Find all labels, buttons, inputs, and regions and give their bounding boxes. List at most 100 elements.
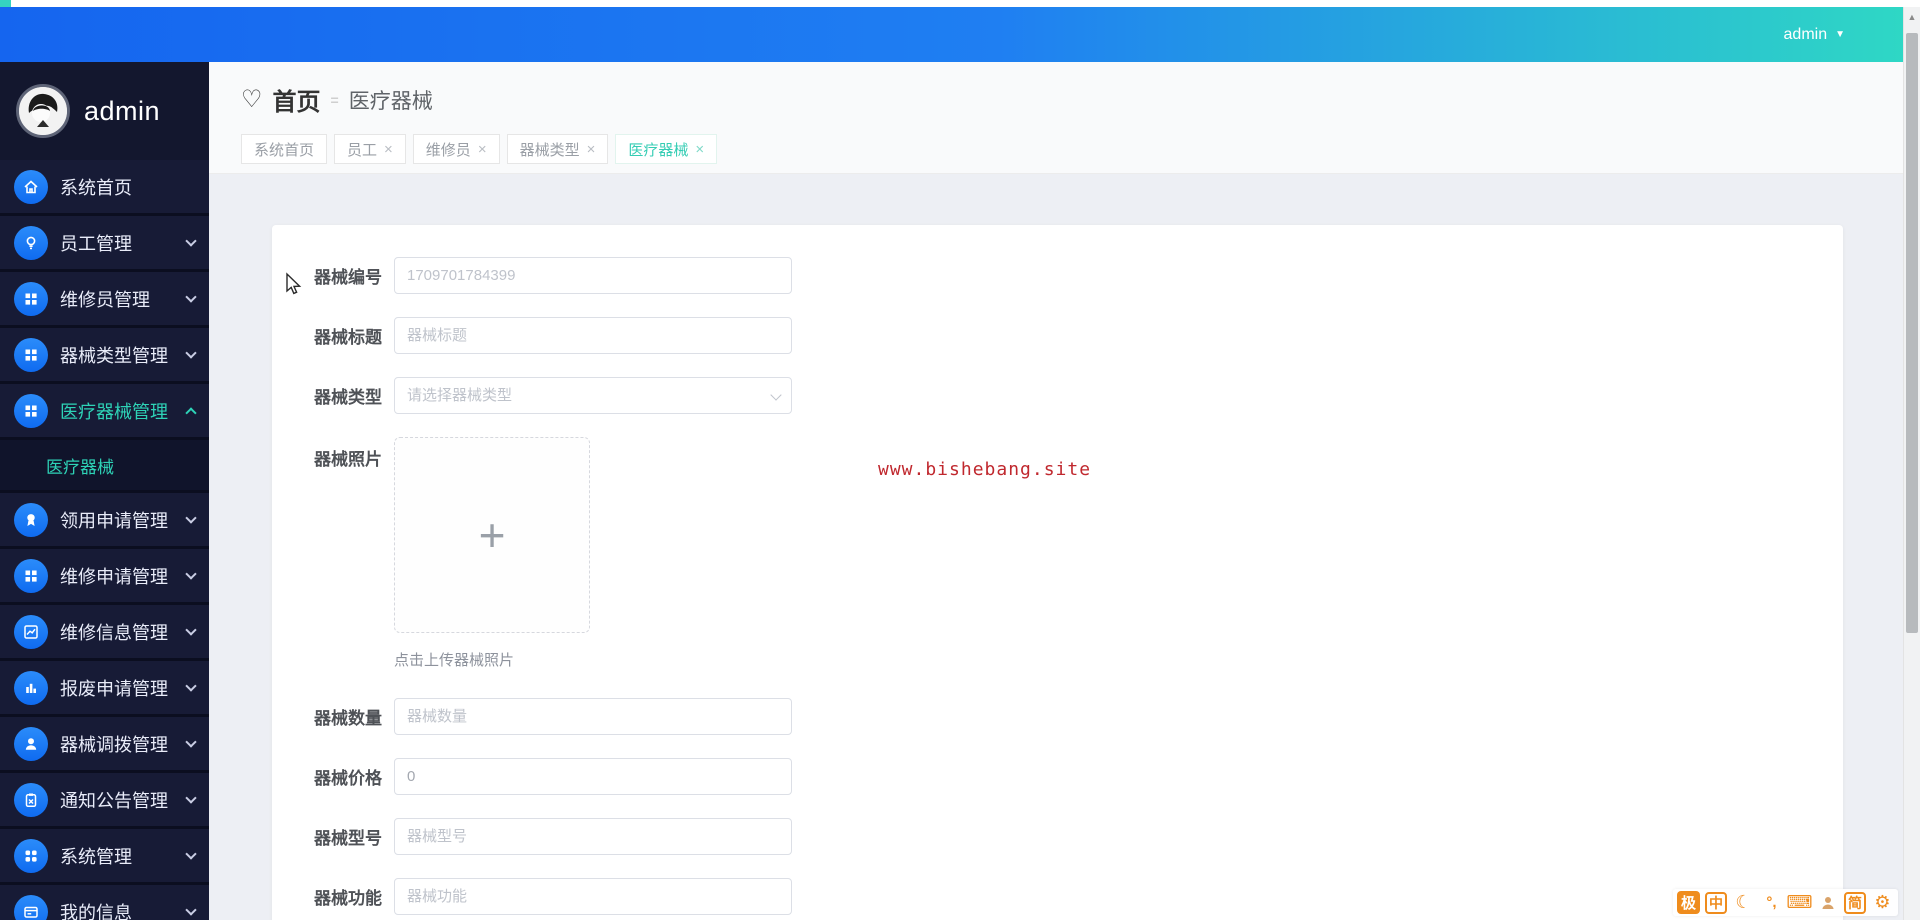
close-icon[interactable]: × — [695, 141, 704, 158]
sidebar-item-label: 维修信息管理 — [60, 622, 168, 643]
ime-logo-icon[interactable]: 极 — [1677, 891, 1700, 914]
grid-round-icon — [14, 838, 48, 873]
caret-down-icon: ▼ — [1835, 29, 1845, 40]
app-window: admin ▼ ▲ admin 系统首页 员工管理 维修员管理 器械类型管理 医… — [0, 0, 1920, 920]
line-chart-icon — [14, 614, 48, 649]
tab-employee[interactable]: 员工 × — [334, 134, 406, 164]
page-header: ♡ 首页 = 医疗器械 系统首页 员工 × 维修员 × 器械类型 × 医疗器械 … — [209, 62, 1903, 174]
user-icon — [14, 726, 48, 761]
field-label: 器械类型 — [314, 388, 382, 407]
sidebar-item-device-type-mgmt[interactable]: 器械类型管理 — [0, 328, 209, 381]
grid-icon — [14, 558, 48, 593]
form-row-device-model: 器械型号 — [286, 818, 1843, 855]
corner-accent — [0, 0, 11, 7]
tab-device-type[interactable]: 器械类型 × — [506, 134, 609, 164]
breadcrumb-separator: = — [330, 91, 339, 108]
sidebar-item-label: 器械调拨管理 — [60, 734, 168, 755]
scroll-up-arrow-icon[interactable]: ▲ — [1904, 7, 1920, 25]
photo-upload-dropzone[interactable]: + — [394, 437, 590, 633]
device-type-select-input[interactable] — [394, 377, 792, 414]
tab-bar: 系统首页 员工 × 维修员 × 器械类型 × 医疗器械 × — [241, 134, 718, 164]
device-model-input[interactable] — [394, 818, 792, 855]
chevron-down-icon — [185, 623, 197, 636]
gear-icon[interactable]: ⚙ — [1871, 891, 1894, 914]
home-icon — [14, 169, 48, 204]
sidebar-subitem-label: 医疗器械 — [46, 457, 114, 477]
sidebar-item-label: 系统管理 — [60, 846, 132, 867]
heart-icon: ♡ — [241, 86, 263, 113]
sidebar-item-label: 维修申请管理 — [60, 566, 168, 587]
ime-simplified-icon[interactable]: 简 — [1844, 891, 1866, 914]
sidebar-subitem-medical-device[interactable]: 医疗器械 — [0, 440, 209, 490]
person-icon[interactable] — [1816, 891, 1839, 914]
chevron-up-icon — [185, 406, 197, 419]
id-card-icon — [14, 894, 48, 920]
sidebar-item-repair-info-mgmt[interactable]: 维修信息管理 — [0, 605, 209, 658]
bulb-icon — [14, 225, 48, 260]
bar-chart-icon — [14, 670, 48, 705]
mouse-cursor — [283, 272, 305, 301]
avatar — [16, 84, 70, 138]
clipboard-icon — [14, 782, 48, 817]
sidebar-item-device-transfer-mgmt[interactable]: 器械调拨管理 — [0, 717, 209, 770]
chevron-down-icon — [185, 511, 197, 524]
breadcrumb: ♡ 首页 = 医疗器械 — [241, 82, 433, 117]
sidebar-item-medical-device-mgmt[interactable]: 医疗器械管理 — [0, 384, 209, 437]
close-icon[interactable]: × — [478, 141, 487, 158]
grid-icon — [14, 337, 48, 372]
user-menu-label: admin — [1783, 25, 1828, 43]
top-navbar: admin ▼ — [0, 7, 1920, 62]
field-label: 器械标题 — [314, 328, 382, 347]
sidebar: admin 系统首页 员工管理 维修员管理 器械类型管理 医疗器械管理 医疗器械… — [0, 62, 209, 920]
ime-chinese-mode-icon[interactable]: 中 — [1705, 891, 1727, 914]
device-title-input[interactable] — [394, 317, 792, 354]
sidebar-item-employee-mgmt[interactable]: 员工管理 — [0, 216, 209, 269]
breadcrumb-home[interactable]: 首页 — [273, 82, 321, 117]
chevron-down-icon — [185, 903, 197, 916]
tab-label: 员工 — [347, 141, 378, 159]
sidebar-item-system-mgmt[interactable]: 系统管理 — [0, 829, 209, 882]
device-type-select[interactable] — [394, 377, 792, 414]
sidebar-item-my-info[interactable]: 我的信息 — [0, 885, 209, 920]
sidebar-item-system-home[interactable]: 系统首页 — [0, 160, 209, 213]
form-row-device-title: 器械标题 — [286, 317, 1843, 354]
tab-repairman[interactable]: 维修员 × — [412, 134, 500, 164]
scrollbar[interactable]: ▲ — [1903, 7, 1920, 920]
sidebar-item-label: 医疗器械管理 — [60, 401, 168, 422]
sidebar-item-label: 领用申请管理 — [60, 510, 168, 531]
tab-medical-device[interactable]: 医疗器械 × — [615, 134, 718, 164]
sidebar-item-label: 器械类型管理 — [60, 345, 168, 366]
chevron-down-icon — [185, 847, 197, 860]
close-icon[interactable]: × — [587, 141, 596, 158]
sidebar-item-requisition-mgmt[interactable]: 领用申请管理 — [0, 493, 209, 546]
chevron-down-icon — [185, 567, 197, 580]
sidebar-item-scrap-request-mgmt[interactable]: 报废申请管理 — [0, 661, 209, 714]
user-menu[interactable]: admin ▼ — [1784, 7, 1845, 62]
upload-hint: 点击上传器械照片 — [394, 652, 515, 669]
chevron-down-icon — [185, 791, 197, 804]
chevron-down-icon — [185, 346, 197, 359]
sidebar-item-repair-request-mgmt[interactable]: 维修申请管理 — [0, 549, 209, 602]
form-row-device-price: 器械价格 — [286, 758, 1843, 795]
tab-label: 医疗器械 — [628, 141, 689, 159]
device-function-input[interactable] — [394, 878, 792, 915]
device-quantity-input[interactable] — [394, 698, 792, 735]
sidebar-item-label: 维修员管理 — [60, 289, 150, 310]
device-number-input[interactable] — [394, 257, 792, 294]
form-row-device-number: 器械编号 — [286, 257, 1843, 294]
ime-punctuation-icon[interactable]: °, — [1760, 891, 1783, 914]
device-price-input[interactable] — [394, 758, 792, 795]
form-row-device-type: 器械类型 — [286, 377, 1843, 414]
sidebar-item-repairman-mgmt[interactable]: 维修员管理 — [0, 272, 209, 325]
scrollbar-thumb[interactable] — [1906, 33, 1918, 633]
sidebar-item-notice-mgmt[interactable]: 通知公告管理 — [0, 773, 209, 826]
tab-system-home[interactable]: 系统首页 — [241, 134, 328, 164]
moon-icon[interactable]: ☾ — [1732, 891, 1755, 914]
chevron-down-icon — [185, 735, 197, 748]
sidebar-item-label: 报废申请管理 — [60, 678, 168, 699]
chevron-down-icon — [185, 290, 197, 303]
tab-label: 器械类型 — [519, 141, 580, 159]
keyboard-icon[interactable]: ⌨ — [1787, 891, 1813, 914]
field-label: 器械照片 — [314, 450, 382, 469]
close-icon[interactable]: × — [384, 141, 393, 158]
